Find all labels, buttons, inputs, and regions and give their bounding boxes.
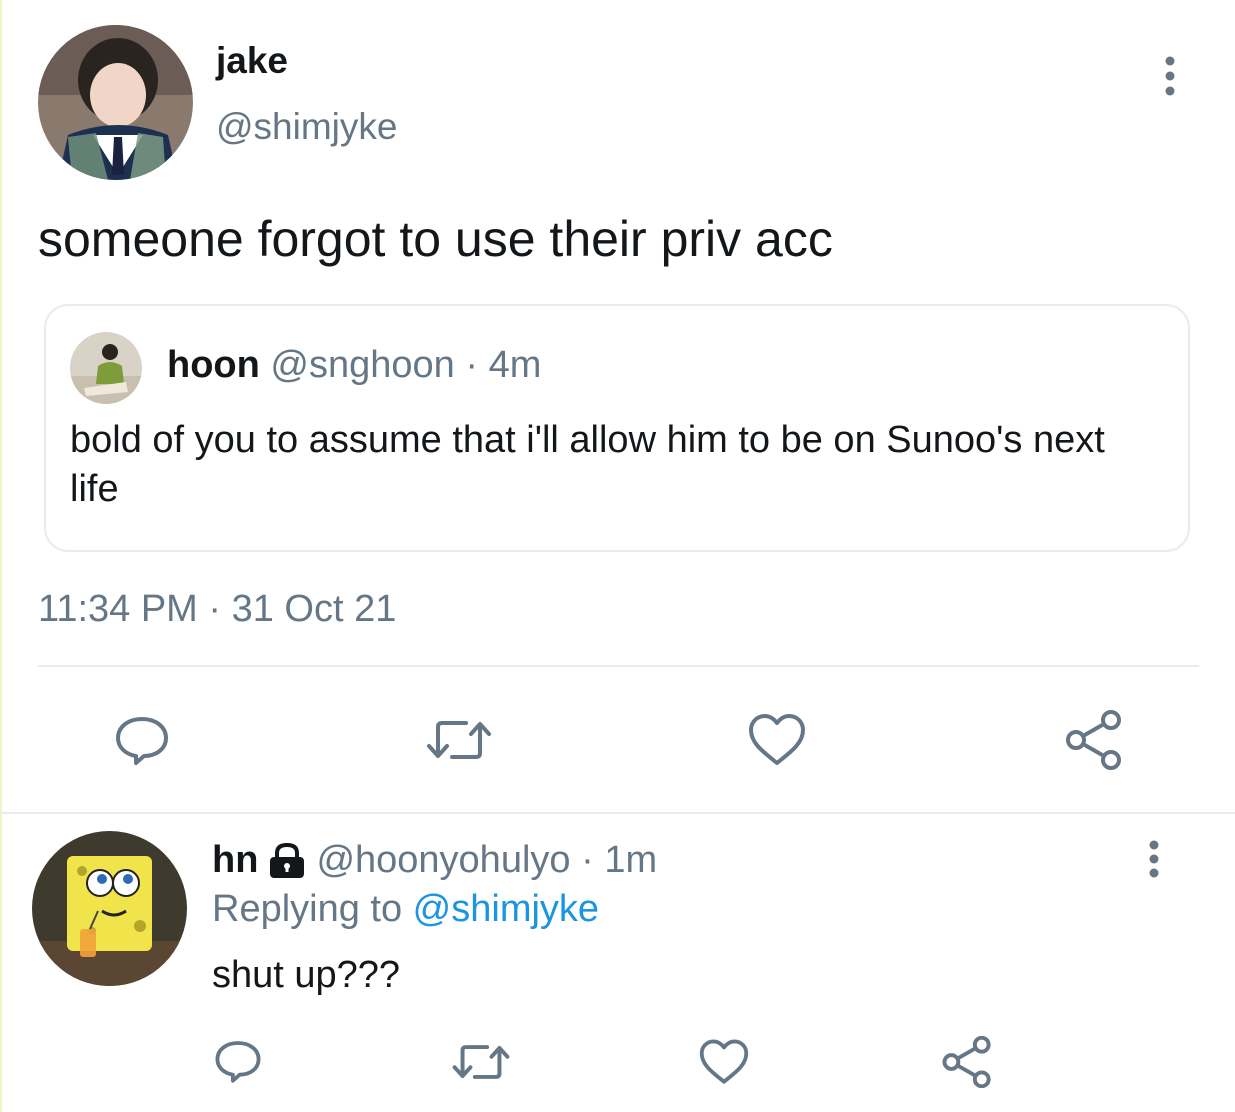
reply-icon[interactable]: [214, 1037, 262, 1085]
heart-icon[interactable]: [698, 1038, 750, 1086]
quoted-text: bold of you to assume that i'll allow hi…: [70, 419, 1105, 510]
quoted-handle[interactable]: @snghoon: [270, 344, 454, 386]
quoted-display-name[interactable]: hoon: [167, 344, 260, 386]
avatar-hoon[interactable]: [70, 332, 142, 404]
reply-header: hn @hoonyohulyo · 1m: [212, 839, 657, 882]
timestamp[interactable]: 11:34 PM · 31 Oct 21: [38, 588, 396, 631]
share-icon[interactable]: [941, 1036, 993, 1088]
quoted-separator: ·: [454, 344, 489, 386]
display-name[interactable]: jake: [216, 40, 288, 82]
reply-icon[interactable]: [114, 712, 170, 768]
quoted-age: 4m: [488, 344, 542, 386]
left-edge: [0, 0, 2, 1112]
reply-separator: ·: [570, 839, 605, 881]
more-vertical-icon[interactable]: [1139, 838, 1169, 880]
replying-prefix: Replying to: [212, 888, 413, 930]
replying-to-link[interactable]: @shimjyke: [413, 888, 599, 930]
avatar-hn[interactable]: [32, 831, 187, 986]
handle[interactable]: @shimjyke: [216, 106, 397, 148]
reply-display-name[interactable]: hn: [212, 839, 258, 882]
reply-handle[interactable]: @hoonyohulyo: [316, 839, 570, 882]
reply-text: shut up???: [212, 954, 401, 996]
share-icon[interactable]: [1064, 710, 1124, 770]
quoted-header: hoon @snghoon · 4m: [167, 344, 541, 387]
tweet-separator: [0, 812, 1235, 814]
tweet-text: someone forgot to use their priv acc: [38, 211, 833, 267]
quoted-tweet-card[interactable]: hoon @snghoon · 4m bold of you to assume…: [44, 304, 1190, 552]
retweet-icon[interactable]: [452, 1040, 510, 1084]
lock-icon: [266, 842, 308, 880]
retweet-icon[interactable]: [426, 715, 492, 765]
more-vertical-icon[interactable]: [1155, 54, 1185, 98]
avatar-jake[interactable]: [38, 25, 193, 180]
heart-icon[interactable]: [747, 712, 807, 768]
divider: [38, 665, 1199, 667]
reply-age: 1m: [604, 839, 658, 881]
replying-to-line: Replying to @shimjyke: [212, 888, 599, 931]
